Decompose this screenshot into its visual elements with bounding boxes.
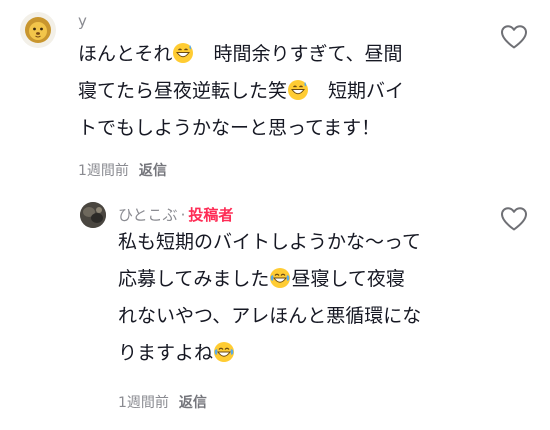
- grinning-sweat-emoji-icon: [173, 43, 194, 63]
- lion-avatar-icon[interactable]: [20, 12, 56, 48]
- comment-timestamp: 1週間前: [118, 395, 169, 411]
- reply-button[interactable]: 返信: [139, 163, 167, 179]
- comment-username[interactable]: ひとこぶ · 投稿者: [118, 204, 233, 225]
- comment-meta: 1週間前 返信: [78, 160, 167, 180]
- comment-line: 寝てたら昼夜逆転した笑 短期バイ: [78, 80, 405, 102]
- grinning-sweat-emoji-icon: [288, 80, 309, 100]
- reply-button[interactable]: 返信: [179, 395, 207, 411]
- profile-photo-icon[interactable]: [80, 202, 106, 228]
- tears-of-joy-emoji-icon: [270, 268, 291, 288]
- comment-line: りますよね: [118, 335, 421, 372]
- comment-text: ほんとそれ 時間余りすぎて、昼間 寝てたら昼夜逆転した笑 短期バイ トでもしよう…: [78, 36, 404, 147]
- comment-item: y ほんとそれ 時間余りすぎて、昼間 寝てたら昼夜逆転した笑 短期バイ トでもし…: [0, 0, 550, 190]
- comment-line: トでもしようかなーと思ってます！: [78, 117, 381, 139]
- comment-username[interactable]: y: [78, 12, 87, 30]
- comment-line: ほんとそれ 時間余りすぎて、昼間: [78, 43, 403, 65]
- heart-outline-icon[interactable]: [500, 24, 528, 50]
- comment-meta: 1週間前 返信: [118, 392, 207, 412]
- tears-of-joy-emoji-icon: [214, 342, 235, 362]
- comment-text: 私も短期のバイトしようかな〜って 応募してみました 昼寝して夜寝 れないやつ、アレ…: [118, 224, 421, 372]
- comment-line: れないやつ、アレほんと悪循環にな: [118, 305, 422, 327]
- comment-line: 応募してみました 昼寝して夜寝: [118, 268, 405, 290]
- comment-timestamp: 1週間前: [78, 163, 129, 179]
- creator-badge: 投稿者: [188, 206, 234, 224]
- separator-dot: ·: [180, 206, 186, 224]
- heart-outline-icon[interactable]: [500, 206, 528, 232]
- comment-line: 私も短期のバイトしようかな〜って: [118, 231, 422, 253]
- reply-comment-item: ひとこぶ · 投稿者 私も短期のバイトしようかな〜って 応募してみました 昼寝して夜寝…: [0, 190, 550, 430]
